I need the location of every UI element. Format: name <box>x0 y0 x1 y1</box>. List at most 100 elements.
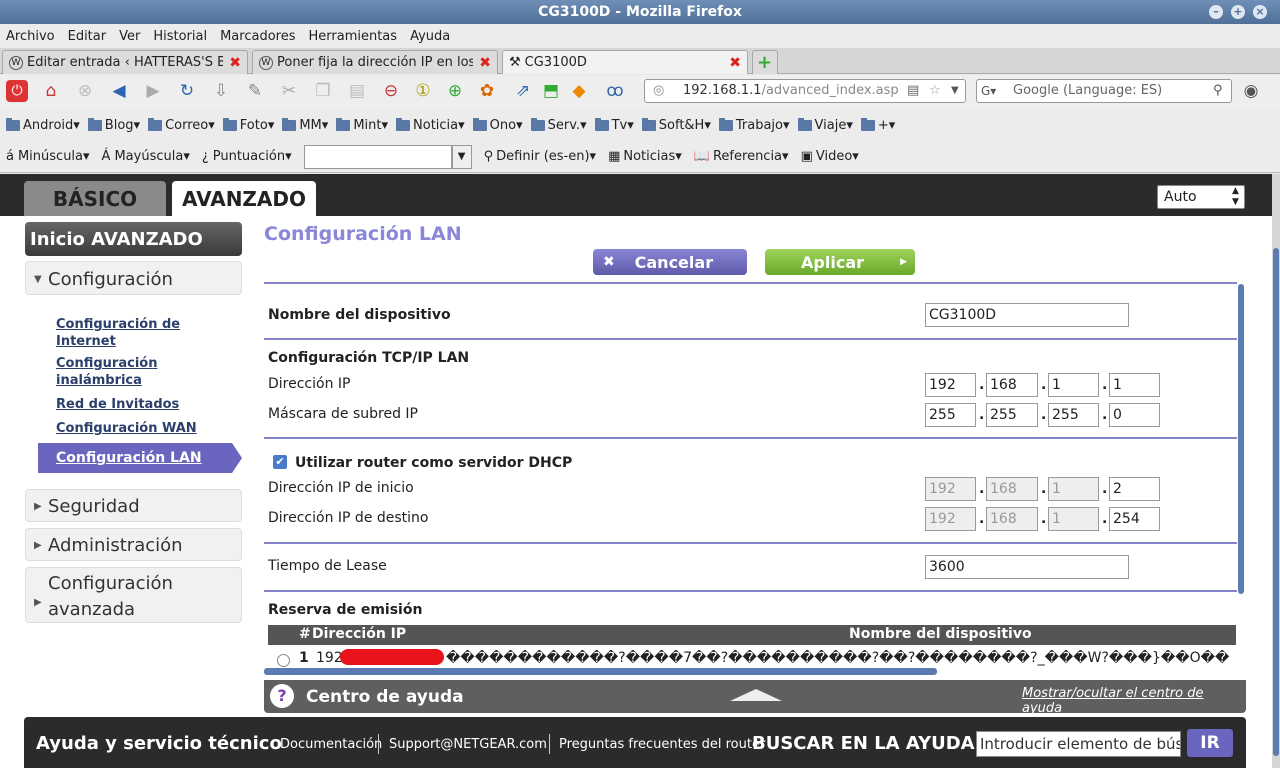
mask-octet-1[interactable]: 255 <box>925 403 976 427</box>
url-bar[interactable]: ◎ 192.168.1.1/advanced_index.asp ▤ ☆ ▼ <box>644 79 966 103</box>
cut-icon[interactable]: ✂ <box>278 80 300 102</box>
bookmark-folder[interactable]: Soft&H ▾ <box>641 117 711 133</box>
ip-octet-2[interactable]: 168 <box>986 373 1038 397</box>
go-button[interactable]: IR <box>1187 729 1233 757</box>
menu-herramientas[interactable]: Herramientas <box>309 29 398 44</box>
support-email-link[interactable]: Support@NETGEAR.com <box>389 737 547 752</box>
close-icon[interactable]: × <box>1253 5 1267 19</box>
lowercase-button[interactable]: á Minúscula ▾ <box>6 149 90 164</box>
search-engine-icon[interactable]: G▾ <box>981 80 996 102</box>
bookmark-star-icon[interactable]: ☆ <box>929 80 941 102</box>
color-icon[interactable]: ✿ <box>476 80 498 102</box>
bookmark-folder[interactable]: Android ▾ <box>6 117 80 133</box>
search-icon[interactable]: ⚲ <box>1213 80 1223 102</box>
sidebar-security[interactable]: ▶ Seguridad <box>25 489 242 522</box>
browser-tab-1[interactable]: W Editar entrada ‹ HATTERAS'S B... ✖ <box>2 50 248 74</box>
new-tab-button[interactable]: + <box>752 50 778 74</box>
sidebar-config[interactable]: ▼ Configuración <box>25 261 242 295</box>
fox-icon[interactable]: ◆ <box>568 80 590 102</box>
sidebar-item-wan[interactable]: Configuración WAN <box>56 420 197 437</box>
sidebar-item-wireless[interactable]: Configuración inalámbrica <box>56 355 196 389</box>
tab-close-icon[interactable]: ✖ <box>479 55 491 71</box>
maximize-icon[interactable]: + <box>1231 5 1245 19</box>
bookmark-folder[interactable]: MM ▾ <box>282 117 328 133</box>
page-scrollbar-thumb[interactable] <box>1273 248 1279 756</box>
dhcp-checkbox[interactable]: ✔ <box>273 455 287 469</box>
ribbon-icon[interactable]: ꝏ <box>604 80 626 102</box>
language-select[interactable]: Auto ▲ ▼ <box>1157 185 1245 209</box>
faq-link[interactable]: Preguntas frecuentes del router <box>559 737 765 752</box>
sidebar-home[interactable]: Inicio AVANZADO <box>25 222 242 256</box>
bookmark-folder[interactable]: Serv. ▾ <box>530 117 587 133</box>
bookmark-folder[interactable]: Correo ▾ <box>148 117 215 133</box>
forward-icon[interactable]: ▶ <box>142 80 164 102</box>
zoom-reset-icon[interactable]: ① <box>412 80 434 102</box>
uppercase-button[interactable]: Á Mayúscula ▾ <box>102 149 190 164</box>
stop-icon[interactable]: ⊗ <box>74 80 96 102</box>
sidebar-advanced[interactable]: ▶ Configuración avanzada <box>25 567 242 623</box>
table-hscroll-thumb[interactable] <box>264 668 937 675</box>
zoom-in-icon[interactable]: ⊕ <box>444 80 466 102</box>
video-button[interactable]: ▣ Video ▾ <box>801 149 859 164</box>
share-icon[interactable]: ⇗ <box>512 80 534 102</box>
browser-tab-3[interactable]: ⚒ CG3100D ✖ <box>502 50 748 74</box>
ip-octet-3[interactable]: 1 <box>1048 373 1099 397</box>
download-icon[interactable]: ⇩ <box>210 80 232 102</box>
tab-close-icon[interactable]: ✖ <box>229 55 241 71</box>
sidebar-admin[interactable]: ▶ Administración <box>25 528 242 561</box>
sidebar-item-guest[interactable]: Red de Invitados <box>56 396 179 413</box>
help-search-input[interactable] <box>976 731 1181 757</box>
bookmark-folder[interactable]: Foto ▾ <box>222 117 274 133</box>
sidebar-item-internet[interactable]: Configuración de Internet <box>56 316 196 350</box>
bookmark-folder[interactable]: Noticia ▾ <box>396 117 465 133</box>
menu-marcadores[interactable]: Marcadores <box>220 29 295 44</box>
end-ip-octet-4[interactable]: 254 <box>1109 507 1160 531</box>
mask-octet-3[interactable]: 255 <box>1048 403 1099 427</box>
lease-field[interactable]: 3600 <box>925 555 1129 579</box>
copy-icon[interactable]: ❐ <box>312 80 334 102</box>
search-bar[interactable]: G▾ Google (Language: ES) ⚲ <box>976 79 1232 103</box>
bookmark-folder[interactable]: Trabajo ▾ <box>718 117 790 133</box>
mask-octet-4[interactable]: 0 <box>1109 403 1160 427</box>
tools-icon[interactable]: ✎ <box>244 80 266 102</box>
zoom-out-icon[interactable]: ⊖ <box>380 80 402 102</box>
menu-ver[interactable]: Ver <box>119 29 140 44</box>
mask-octet-2[interactable]: 255 <box>986 403 1038 427</box>
url-dropdown-icon[interactable]: ▼ <box>951 80 959 102</box>
ip-octet-4[interactable]: 1 <box>1109 373 1160 397</box>
menu-editar[interactable]: Editar <box>68 29 107 44</box>
reload-icon[interactable]: ↻ <box>176 80 198 102</box>
row-radio[interactable] <box>277 654 290 667</box>
define-button[interactable]: ⚲ Definir (es-en) ▾ <box>484 149 596 164</box>
paste-icon[interactable]: ▤ <box>346 80 368 102</box>
ip-octet-1[interactable]: 192 <box>925 373 976 397</box>
menu-historial[interactable]: Historial <box>153 29 207 44</box>
documentation-link[interactable]: Documentación <box>280 737 382 752</box>
cancel-button[interactable]: ✖ Cancelar <box>593 249 747 275</box>
news-button[interactable]: ▦ Noticias ▾ <box>608 149 682 164</box>
punctuation-button[interactable]: ¿ Puntuación ▾ <box>202 149 292 164</box>
sidebar-item-lan[interactable]: Configuración LAN <box>38 443 232 473</box>
browser-tab-2[interactable]: W Poner fija la dirección IP en los ... … <box>252 50 498 74</box>
menu-ayuda[interactable]: Ayuda <box>410 29 450 44</box>
eye-icon[interactable]: ◉ <box>1240 80 1262 102</box>
bookmark-folder[interactable]: Tv ▾ <box>594 117 634 133</box>
back-icon[interactable]: ◀ <box>108 80 130 102</box>
panel-scrollbar-thumb[interactable] <box>1238 284 1244 594</box>
reference-button[interactable]: 📖 Referencia ▾ <box>694 149 789 164</box>
power-icon[interactable]: ⏻ <box>6 80 28 102</box>
device-name-field[interactable]: CG3100D <box>925 303 1129 327</box>
bookmark-folder[interactable]: Blog ▾ <box>87 117 140 133</box>
tab-basic[interactable]: BÁSICO <box>24 181 166 216</box>
feed-icon[interactable]: ▤ <box>907 80 919 102</box>
start-ip-octet-4[interactable]: 2 <box>1109 477 1160 501</box>
toolbar-input-dropdown[interactable]: ▼ <box>451 144 472 169</box>
menu-archivo[interactable]: Archivo <box>6 29 55 44</box>
bookmark-folder[interactable]: Viaje ▾ <box>797 117 853 133</box>
bookmark-folder[interactable]: Mint ▾ <box>336 117 388 133</box>
apply-button[interactable]: Aplicar ▶ <box>765 249 915 275</box>
collapse-arrow-icon[interactable] <box>730 689 782 701</box>
tab-advanced[interactable]: AVANZADO <box>172 181 316 216</box>
home-icon[interactable]: ⌂ <box>40 80 62 102</box>
help-toggle-link[interactable]: Mostrar/ocultar el centro de ayuda <box>1022 686 1246 716</box>
